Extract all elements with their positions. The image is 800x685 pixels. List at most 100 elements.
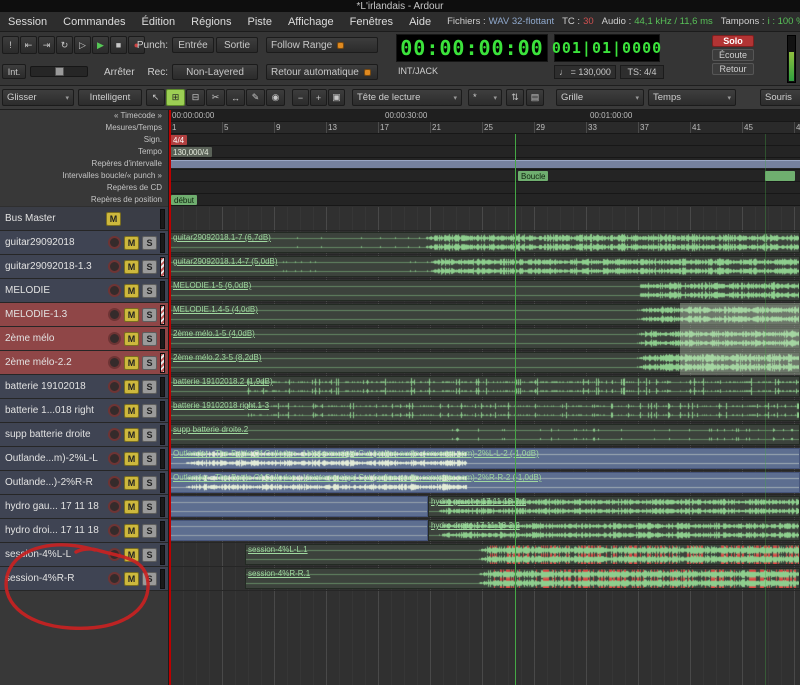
stop-button[interactable]: ■ — [110, 36, 127, 54]
record-arm-button[interactable] — [108, 284, 121, 297]
record-arm-button[interactable] — [108, 572, 121, 585]
audio-region[interactable]: Outlander - The Battle Of Culloden - Uni… — [170, 448, 800, 469]
audio-region[interactable]: MELODIE.1-5 (6,0dB) — [170, 280, 800, 301]
audio-region[interactable]: guitar29092018.1.4-7 (5,0dB) — [170, 256, 800, 277]
meter-ruler[interactable]: 4/4 — [170, 134, 800, 146]
record-arm-button[interactable] — [108, 260, 121, 273]
solo-button[interactable]: S — [142, 524, 157, 538]
record-arm-button[interactable] — [108, 356, 121, 369]
solo-button[interactable]: S — [142, 572, 157, 586]
range-tool-button[interactable]: ⊟ — [186, 89, 205, 106]
solo-button[interactable]: S — [142, 284, 157, 298]
track-header-melodie[interactable]: MELODIE M S — [0, 279, 168, 303]
audio-region[interactable]: session-4%R-R.1 — [245, 568, 800, 589]
ruler-label-tempo[interactable]: Tempo — [0, 146, 168, 158]
nudge-stepper[interactable]: ⇅ — [506, 89, 524, 106]
stretch-tool-button[interactable]: ↔ — [226, 89, 245, 106]
solo-button[interactable]: S — [142, 236, 157, 250]
menu-affichage[interactable]: Affichage — [280, 16, 342, 28]
mute-button[interactable]: M — [124, 572, 139, 586]
record-arm-button[interactable] — [108, 524, 121, 537]
mute-button[interactable]: M — [124, 236, 139, 250]
solo-button[interactable]: S — [142, 428, 157, 442]
record-arm-button[interactable] — [108, 404, 121, 417]
cd-marker-ruler[interactable] — [170, 182, 800, 194]
timecode-ruler[interactable]: 00:00:00:00 00:00:30:00 00:01:00:00 — [170, 110, 800, 122]
audio-region[interactable]: hydro droite 17 11 18-2.2 — [428, 520, 800, 541]
sync-source-button[interactable]: Int. — [2, 64, 26, 79]
meter-marker[interactable]: 4/4 — [170, 135, 187, 145]
solo-button[interactable]: S — [142, 476, 157, 490]
mute-button[interactable]: M — [124, 524, 139, 538]
mute-button[interactable]: M — [124, 428, 139, 442]
editor-canvas[interactable]: guitar29092018.1-7 (6,7dB) guitar2909201… — [170, 207, 800, 685]
secondary-clock[interactable]: 001|01|0000 — [554, 34, 660, 62]
timeline-row-melodie[interactable]: MELODIE.1-5 (6,0dB) — [170, 279, 800, 303]
track-header-bus-master[interactable]: Bus Master M — [0, 207, 168, 231]
shuttle-slider[interactable] — [30, 66, 88, 77]
mute-button[interactable]: M — [124, 356, 139, 370]
track-header-session-l[interactable]: session-4%L-L M S — [0, 543, 168, 567]
ruler-label-timecode[interactable]: « Timecode » — [0, 110, 168, 122]
start-marker[interactable]: début — [171, 195, 197, 205]
ruler-label-location-markers[interactable]: Repères de position — [0, 194, 168, 206]
record-arm-button[interactable] — [108, 380, 121, 393]
record-arm-button[interactable] — [108, 308, 121, 321]
timeline-row-outlander-r[interactable]: Outlander - The Battle Of Culloden - Uni… — [170, 471, 800, 495]
audio-region[interactable]: batterie 19102018 right.1-3 — [170, 400, 800, 421]
play-button[interactable]: ▶ — [92, 36, 109, 54]
solo-button[interactable]: S — [142, 260, 157, 274]
solo-button[interactable]: S — [142, 380, 157, 394]
timeline-row-hydro-droite[interactable]: hydro droite 17 11 18-2.2 — [170, 519, 800, 543]
timeline-row-session-r[interactable]: session-4%R-R.1 — [170, 567, 800, 591]
primary-clock[interactable]: 00:00:00:00 — [396, 34, 548, 62]
menu-piste[interactable]: Piste — [240, 16, 280, 28]
range-marker-ruler[interactable] — [170, 158, 800, 170]
mute-button[interactable]: M — [124, 260, 139, 274]
record-arm-button[interactable] — [108, 332, 121, 345]
track-header-guitar29092018-1-3[interactable]: guitar29092018-1.3 M S — [0, 255, 168, 279]
audio-region[interactable]: supp batterie droite.2 — [170, 424, 800, 445]
record-arm-button[interactable] — [108, 428, 121, 441]
timeline-row-supp-batterie[interactable]: supp batterie droite.2 — [170, 423, 800, 447]
timeline-row-hydro-gauche[interactable]: hydro gauche 17 11 18-2.1 — [170, 495, 800, 519]
tempo-display[interactable]: ♩ = 130,000 — [554, 65, 616, 79]
zoom-out-button[interactable]: − — [292, 89, 309, 106]
loop-marker[interactable]: Boucle — [518, 171, 548, 181]
edit-point-select[interactable]: Souris — [760, 89, 800, 106]
go-to-start-button[interactable]: ⇤ — [20, 36, 37, 54]
solo-button[interactable]: S — [142, 332, 157, 346]
mute-button[interactable]: M — [106, 212, 121, 226]
mute-button[interactable]: M — [124, 500, 139, 514]
zoom-in-button[interactable]: + — [310, 89, 327, 106]
timeline-row-guitar-1-3[interactable]: guitar29092018.1.4-7 (5,0dB) — [170, 255, 800, 279]
play-range-button[interactable]: ▷ — [74, 36, 91, 54]
cut-tool-button[interactable]: ✂ — [206, 89, 225, 106]
ruler-label-loop-punch[interactable]: Intervalles boucle/« punch » — [0, 170, 168, 182]
draw-tool-button[interactable]: ✎ — [246, 89, 265, 106]
track-header-supp-batterie-droite[interactable]: supp batterie droite M S — [0, 423, 168, 447]
mute-button[interactable]: M — [124, 332, 139, 346]
punch-in-button[interactable]: Entrée — [172, 37, 214, 53]
bars-ruler[interactable]: 1 5 9 13 17 21 25 29 33 37 41 45 49 — [170, 122, 800, 134]
menu-session[interactable]: Session — [0, 16, 55, 28]
audio-region-empty[interactable] — [170, 520, 428, 541]
track-header-guitar29092018[interactable]: guitar29092018 M S — [0, 231, 168, 255]
window-titlebar[interactable]: *L'irlandais - Ardour — [0, 0, 800, 12]
menu-commandes[interactable]: Commandes — [55, 16, 133, 28]
record-arm-button[interactable] — [108, 452, 121, 465]
menu-regions[interactable]: Régions — [183, 16, 239, 28]
loop-punch-ruler[interactable]: Boucle — [170, 170, 800, 182]
grab-tool-button[interactable]: ⊞ — [166, 89, 185, 106]
auto-return-button[interactable]: Retour automatique — [266, 64, 378, 80]
timeline-row-batterie[interactable]: batterie 19102018.2 (1,9dB) — [170, 375, 800, 399]
solo-button[interactable]: S — [142, 548, 157, 562]
listen-button[interactable]: Écoute — [712, 49, 754, 61]
smart-mode-button[interactable]: Intelligent — [78, 89, 142, 106]
mute-button[interactable]: M — [124, 476, 139, 490]
go-to-end-button[interactable]: ⇥ — [38, 36, 55, 54]
timeline-row-outlander-l[interactable]: Outlander - The Battle Of Culloden - Uni… — [170, 447, 800, 471]
loop-end-marker[interactable] — [765, 171, 795, 181]
timeline-row-session-l[interactable]: session-4%L-L.1 — [170, 543, 800, 567]
mute-button[interactable]: M — [124, 308, 139, 322]
